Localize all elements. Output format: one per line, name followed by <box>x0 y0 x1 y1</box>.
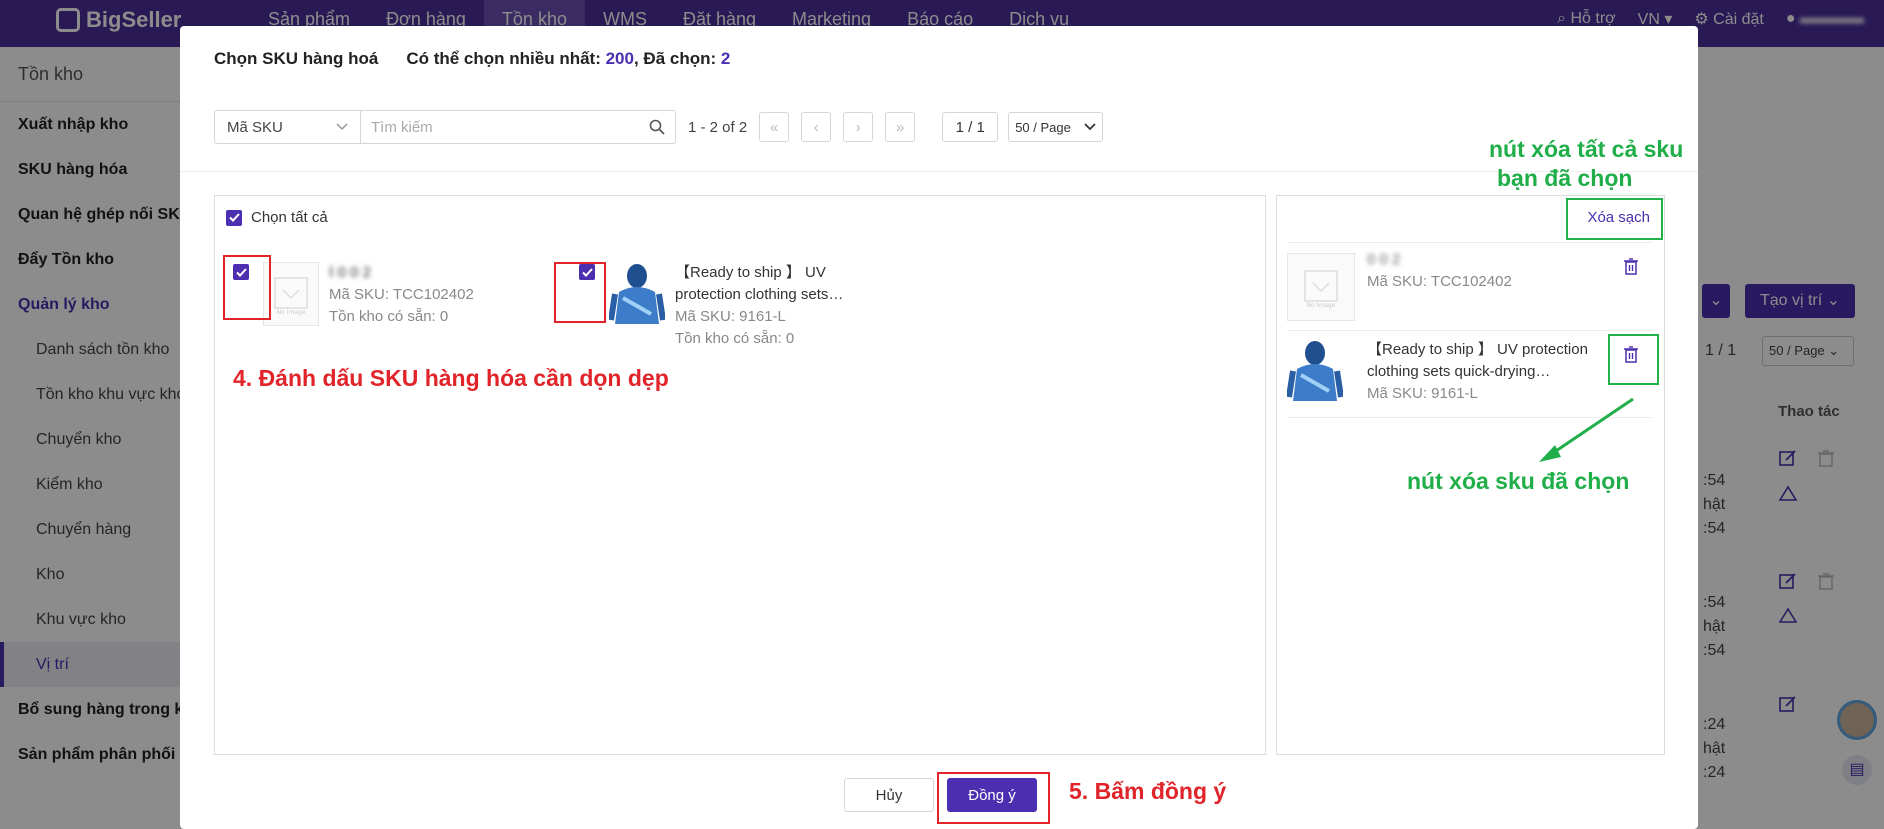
product-image <box>608 262 666 326</box>
search-input[interactable] <box>371 118 631 136</box>
arrow-annotation <box>1539 397 1634 462</box>
uv-shirt-image <box>1286 341 1344 401</box>
selected-label: , Đã chọn: <box>633 49 721 68</box>
image-placeholder-icon: No Image <box>1304 270 1338 309</box>
delete-note: nút xóa sku đã chọn <box>1407 468 1630 494</box>
highlight-box <box>937 772 1050 824</box>
page-size-select[interactable]: 50 / Page <box>1008 112 1104 142</box>
check-icon <box>228 213 240 222</box>
highlight-box <box>1566 198 1663 240</box>
highlight-box <box>223 255 271 320</box>
next-page-button[interactable]: › <box>843 112 874 142</box>
product-sku: Mã SKU: 9161-L <box>675 308 786 325</box>
max-value: 200 <box>605 49 634 68</box>
no-image-placeholder: No Image <box>263 262 319 326</box>
product-stock: Tồn kho có sẵn: 0 <box>675 330 795 347</box>
image-placeholder-icon: No Image <box>274 277 308 316</box>
step4-note: 4. Đánh dấu SKU hàng hóa cần dọn dẹp <box>233 365 669 391</box>
highlight-box <box>554 262 606 323</box>
highlight-box <box>1608 334 1659 385</box>
selection-summary: Có thể chọn nhiều nhất: 200, Đã chọn: 2 <box>406 49 730 69</box>
no-image-text: No Image <box>1307 302 1336 309</box>
product-card[interactable]: 【Ready to ship 】 UV protection clothing … <box>579 262 855 350</box>
first-page-button[interactable]: « <box>759 112 790 142</box>
filter-type-select[interactable]: Mã SKU <box>214 110 361 144</box>
chevron-right-icon: › <box>855 118 861 136</box>
filter-type-label: Mã SKU <box>227 118 283 136</box>
search-icon[interactable] <box>649 119 665 135</box>
no-image-placeholder: No Image <box>1287 253 1355 321</box>
product-stock: Tồn kho có sẵn: 0 <box>329 308 449 325</box>
product-sku: Mã SKU: TCC102402 <box>329 286 474 303</box>
product-list-panel: Chọn tất cả No Image Ⅰ 0 0 2 Mã SKU: TCC… <box>214 195 1266 755</box>
product-info: 【Ready to ship 】 UV protection clothing … <box>675 262 855 350</box>
result-range: 1 - 2 of 2 <box>688 118 748 136</box>
prev-page-button[interactable]: ‹ <box>801 112 832 142</box>
uv-shirt-image <box>608 264 666 324</box>
last-page-button[interactable]: » <box>885 112 916 142</box>
product-name: Ⅰ 0 0 2 <box>329 264 371 281</box>
product-image <box>1286 339 1355 409</box>
selected-count: 2 <box>720 49 731 68</box>
selected-info: 0 0 2 Mã SKU: TCC102402 <box>1367 249 1602 330</box>
trash-icon[interactable] <box>1623 257 1639 275</box>
max-label: Có thể chọn nhiều nhất: <box>406 49 606 68</box>
select-all[interactable]: Chọn tất cả <box>226 209 328 226</box>
chevron-down-icon <box>336 123 348 131</box>
product-card[interactable]: No Image Ⅰ 0 0 2 Mã SKU: TCC102402 Tồn k… <box>233 262 509 328</box>
chevron-down-icon <box>1084 123 1096 131</box>
selected-item: No Image 0 0 2 Mã SKU: TCC102402 <box>1287 242 1653 330</box>
clear-all-note: bạn đã chọn <box>1497 165 1633 191</box>
product-info: Ⅰ 0 0 2 Mã SKU: TCC102402 Tồn kho có sẵn… <box>329 262 509 328</box>
modal-title: Chọn SKU hàng hoá <box>214 49 379 68</box>
selected-sku: Mã SKU: TCC102402 <box>1367 273 1512 290</box>
double-chevron-right-icon: » <box>896 118 905 136</box>
modal-header: Chọn SKU hàng hoá Có thể chọn nhiều nhất… <box>214 49 730 69</box>
clear-all-note: nút xóa tất cả sku <box>1489 136 1684 162</box>
step5-note: 5. Bấm đồng ý <box>1069 778 1227 804</box>
no-image-text: No Image <box>277 309 306 316</box>
divider <box>180 171 1698 172</box>
page-number-input[interactable]: 1 / 1 <box>942 112 999 142</box>
search-box <box>361 110 676 144</box>
product-name: 【Ready to ship 】 UV protection clothing … <box>675 264 844 303</box>
selected-name: 0 0 2 <box>1367 251 1401 268</box>
search-toolbar: Mã SKU 1 - 2 of 2 « ‹ › » 1 / 1 50 / Pag… <box>214 110 1104 144</box>
select-sku-modal: Chọn SKU hàng hoá Có thể chọn nhiều nhất… <box>180 26 1698 829</box>
select-all-label: Chọn tất cả <box>251 209 328 226</box>
selected-name: 【Ready to ship 】 UV protection clothing … <box>1367 341 1588 380</box>
cancel-button[interactable]: Hủy <box>844 778 934 812</box>
chevron-left-icon: ‹ <box>813 118 819 136</box>
page-size-label: 50 / Page <box>1015 119 1071 135</box>
double-chevron-left-icon: « <box>770 118 779 136</box>
select-all-checkbox[interactable] <box>226 209 242 226</box>
